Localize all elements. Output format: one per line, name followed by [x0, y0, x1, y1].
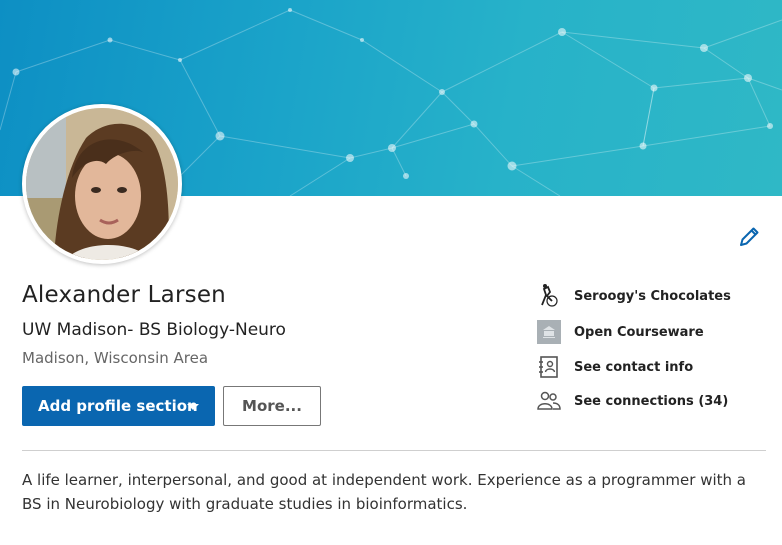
caret-down-icon	[187, 404, 199, 410]
connections-label: See connections (34)	[574, 393, 729, 409]
profile-headline: UW Madison- BS Biology-Neuro	[22, 320, 286, 340]
current-company-link[interactable]: Seroogy's Chocolates	[536, 282, 766, 310]
profile-summary: A life learner, interpersonal, and good …	[22, 471, 746, 513]
school-link[interactable]: Open Courseware	[536, 318, 766, 346]
contact-card-icon	[536, 354, 562, 380]
edit-profile-button[interactable]	[736, 224, 762, 250]
profile-name: Alexander Larsen	[22, 282, 226, 308]
more-label: More...	[242, 397, 302, 415]
add-profile-section-button[interactable]: Add profile section	[22, 386, 215, 426]
contact-info-link[interactable]: See contact info	[536, 353, 766, 381]
profile-photo[interactable]	[22, 104, 182, 264]
school-label: Open Courseware	[574, 324, 704, 340]
connections-link[interactable]: See connections (34)	[536, 387, 766, 415]
contact-info-label: See contact info	[574, 359, 694, 375]
connections-icon	[536, 388, 562, 414]
company-label: Seroogy's Chocolates	[574, 288, 731, 304]
profile-location: Madison, Wisconsin Area	[22, 349, 209, 367]
company-logo-icon	[536, 283, 562, 309]
pencil-icon	[740, 227, 759, 246]
avatar-portrait	[26, 108, 178, 260]
more-button[interactable]: More...	[223, 386, 321, 426]
school-icon	[536, 319, 562, 345]
section-divider	[22, 450, 766, 451]
add-profile-section-label: Add profile section	[38, 397, 198, 415]
